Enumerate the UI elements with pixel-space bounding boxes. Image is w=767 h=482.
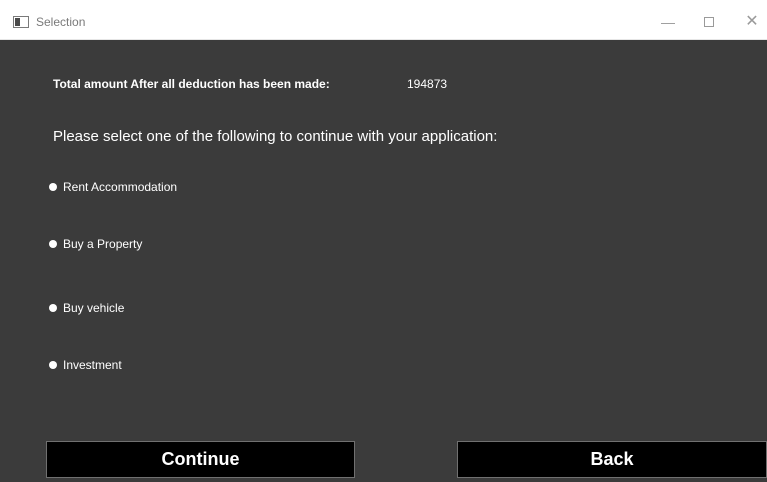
selection-prompt: Please select one of the following to co…: [53, 128, 498, 145]
radio-option-label: Buy vehicle: [63, 301, 125, 315]
radio-button[interactable]: [49, 361, 57, 369]
radio-button[interactable]: [49, 183, 57, 191]
radio-option-label: Investment: [63, 358, 122, 372]
window-title: Selection: [36, 15, 86, 29]
total-amount-label: Total amount After all deduction has bee…: [53, 77, 330, 91]
total-amount-value: 194873: [407, 77, 448, 91]
radio-option-label: Rent Accommodation: [63, 180, 178, 194]
back-button[interactable]: Back: [457, 441, 767, 478]
app-icon: [13, 16, 29, 28]
maximize-icon: [704, 17, 714, 27]
maximize-button[interactable]: [697, 12, 721, 32]
selection-window: Selection — ✕ Total amount After all ded…: [0, 0, 767, 482]
minimize-button[interactable]: —: [656, 12, 680, 32]
close-button[interactable]: ✕: [740, 12, 764, 32]
radio-button[interactable]: [49, 240, 57, 248]
radio-button[interactable]: [49, 304, 57, 312]
radio-option-buy-property[interactable]: Buy a Property: [49, 236, 142, 252]
radio-option-rent-accommodation[interactable]: Rent Accommodation: [49, 179, 177, 195]
radio-option-investment[interactable]: Investment: [49, 357, 122, 373]
title-bar: Selection — ✕: [0, 0, 767, 40]
radio-option-buy-vehicle[interactable]: Buy vehicle: [49, 300, 124, 316]
continue-button[interactable]: Continue: [46, 441, 355, 478]
radio-option-label: Buy a Property: [63, 237, 143, 251]
